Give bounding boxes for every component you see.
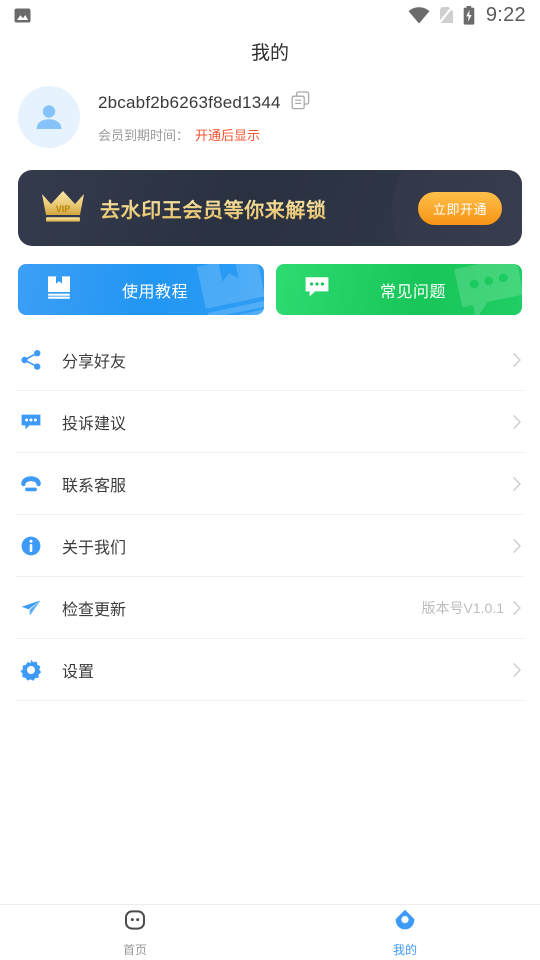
book-icon: [46, 275, 72, 304]
menu-item-contact-support[interactable]: 联系客服: [0, 453, 540, 514]
chevron-right-icon: [512, 538, 522, 554]
nav-home[interactable]: 首页: [0, 905, 270, 960]
profile-house-icon: [393, 908, 417, 937]
menu-label: 关于我们: [62, 539, 127, 557]
copy-icon[interactable]: [291, 90, 310, 115]
user-id-row: 2bcabf2b6263f8ed1344: [98, 90, 310, 115]
home-face-icon: [123, 908, 147, 937]
chevron-right-icon: [512, 414, 522, 430]
menu-label: 检查更新: [62, 601, 127, 619]
menu-divider: [16, 700, 524, 701]
menu-label: 联系客服: [62, 477, 127, 495]
page-title: 我的: [250, 42, 289, 64]
menu-item-feedback[interactable]: 投诉建议: [0, 391, 540, 452]
menu-list: 分享好友 投诉建议 联系客服 关于我们 检查更新 版本号V1.0.1 设置: [0, 329, 540, 701]
menu-item-settings[interactable]: 设置: [0, 639, 540, 700]
send-icon: [18, 597, 44, 619]
bottom-navigation: 首页 我的: [0, 904, 540, 960]
sim-off-icon: [438, 6, 454, 24]
tutorial-card-label: 使用教程: [121, 283, 188, 301]
menu-label: 分享好友: [62, 353, 127, 371]
vip-banner-text: 去水印王会员等你来解锁: [100, 194, 327, 223]
phone-icon: [18, 473, 44, 495]
menu-item-about-us[interactable]: 关于我们: [0, 515, 540, 576]
svg-text:VIP: VIP: [56, 204, 71, 214]
action-cards: 使用教程 常见问题: [18, 264, 522, 315]
status-bar-right: 9:22: [408, 4, 526, 27]
chat-icon: [304, 275, 330, 304]
user-id: 2bcabf2b6263f8ed1344: [98, 92, 281, 112]
vip-crown-icon: VIP: [40, 188, 86, 229]
membership-label: 会员到期时间：: [98, 127, 190, 143]
chevron-right-icon: [512, 662, 522, 678]
faq-card[interactable]: 常见问题: [276, 264, 522, 315]
menu-item-share-friends[interactable]: 分享好友: [0, 329, 540, 390]
profile-section: 2bcabf2b6263f8ed1344 会员到期时间： 开通后显示: [0, 72, 540, 158]
menu-label: 设置: [62, 663, 95, 681]
avatar[interactable]: [18, 86, 80, 148]
user-avatar-icon: [36, 105, 62, 129]
status-bar-left: [14, 8, 31, 23]
app-version-text: 版本号V1.0.1: [421, 599, 504, 616]
chevron-right-icon: [512, 476, 522, 492]
faq-card-label: 常见问题: [379, 283, 446, 301]
battery-charging-icon: [463, 5, 475, 25]
wifi-icon: [408, 6, 430, 24]
vip-subscribe-button[interactable]: 立即开通: [417, 191, 502, 225]
vip-banner[interactable]: VIP 去水印王会员等你来解锁 立即开通: [18, 170, 522, 246]
feedback-icon: [18, 411, 44, 433]
image-icon: [14, 8, 31, 23]
gear-icon: [18, 659, 44, 681]
menu-label: 投诉建议: [62, 415, 127, 433]
chevron-right-icon: [512, 600, 522, 616]
title-bar: 我的: [0, 30, 540, 72]
nav-home-label: 首页: [122, 942, 147, 957]
menu-item-check-update[interactable]: 检查更新 版本号V1.0.1: [0, 577, 540, 638]
share-icon: [18, 349, 44, 371]
tutorial-card[interactable]: 使用教程: [18, 264, 264, 315]
status-bar: 9:22: [0, 0, 540, 30]
status-bar-clock: 9:22: [485, 3, 526, 26]
nav-mine-label: 我的: [392, 942, 417, 957]
profile-info: 2bcabf2b6263f8ed1344 会员到期时间： 开通后显示: [98, 90, 310, 144]
chevron-right-icon: [512, 352, 522, 368]
membership-value: 开通后显示: [195, 127, 261, 143]
membership-expiry-row: 会员到期时间： 开通后显示: [98, 125, 310, 144]
info-icon: [18, 535, 44, 557]
nav-mine[interactable]: 我的: [270, 905, 540, 960]
